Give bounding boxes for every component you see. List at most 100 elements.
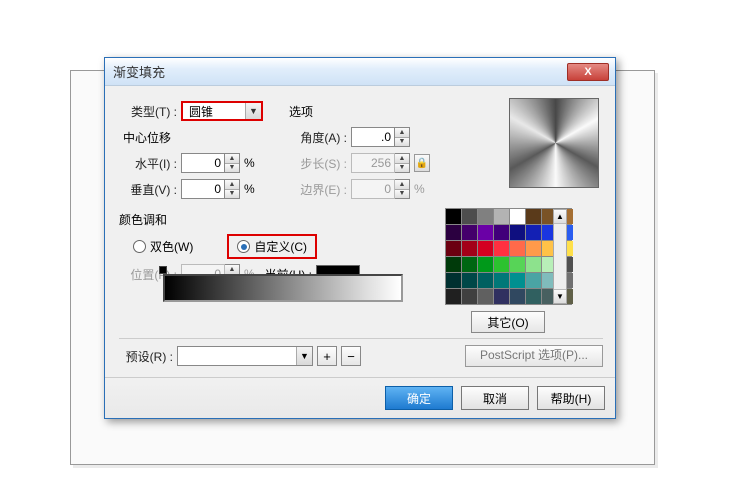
vertical-label: 垂直(V) : bbox=[119, 181, 181, 198]
percent-label: % bbox=[414, 182, 425, 196]
close-icon: X bbox=[584, 66, 591, 78]
options-label: 选项 bbox=[289, 103, 313, 120]
custom-radio-highlight: 自定义(C) bbox=[227, 234, 317, 259]
preset-add-button[interactable]: + bbox=[317, 346, 337, 366]
type-label: 类型(T) : bbox=[119, 103, 181, 120]
twocolor-radio[interactable] bbox=[133, 240, 146, 253]
cancel-button[interactable]: 取消 bbox=[461, 386, 529, 410]
color-swatch[interactable] bbox=[510, 209, 525, 224]
preset-dropdown[interactable]: ▼ bbox=[177, 346, 313, 366]
horizontal-input[interactable] bbox=[181, 153, 225, 173]
cancel-label: 取消 bbox=[483, 390, 507, 407]
percent-label: % bbox=[244, 156, 255, 170]
color-swatch[interactable] bbox=[510, 257, 525, 272]
spinner-down-icon: ▼ bbox=[395, 190, 409, 199]
color-swatch[interactable] bbox=[446, 289, 461, 304]
minus-icon: − bbox=[347, 349, 355, 364]
color-swatch[interactable] bbox=[446, 241, 461, 256]
color-swatch[interactable] bbox=[478, 289, 493, 304]
color-swatch[interactable] bbox=[478, 241, 493, 256]
titlebar[interactable]: 渐变填充 X bbox=[105, 58, 615, 86]
color-swatch[interactable] bbox=[446, 209, 461, 224]
ok-button[interactable]: 确定 bbox=[385, 386, 453, 410]
window-close-button[interactable]: X bbox=[567, 63, 609, 81]
spinner-down-icon: ▼ bbox=[225, 164, 239, 173]
preset-label: 预设(R) : bbox=[119, 348, 177, 365]
divider bbox=[119, 338, 603, 339]
color-swatch[interactable] bbox=[494, 289, 509, 304]
color-swatch[interactable] bbox=[494, 257, 509, 272]
color-swatch[interactable] bbox=[494, 273, 509, 288]
color-swatch[interactable] bbox=[446, 273, 461, 288]
dialog-footer: 确定 取消 帮助(H) bbox=[105, 377, 615, 418]
color-swatch[interactable] bbox=[510, 241, 525, 256]
edge-spinner: ▲▼ bbox=[395, 179, 410, 199]
other-colors-button[interactable]: 其它(O) bbox=[471, 311, 545, 333]
spinner-up-icon: ▲ bbox=[225, 154, 239, 164]
color-swatch[interactable] bbox=[526, 273, 541, 288]
color-swatch[interactable] bbox=[478, 209, 493, 224]
ok-label: 确定 bbox=[407, 390, 431, 407]
horizontal-label: 水平(I) : bbox=[119, 155, 181, 172]
vertical-input[interactable] bbox=[181, 179, 225, 199]
color-swatch[interactable] bbox=[478, 225, 493, 240]
angle-input[interactable] bbox=[351, 127, 395, 147]
center-offset-label: 中心位移 bbox=[119, 129, 171, 146]
color-swatch[interactable] bbox=[462, 241, 477, 256]
blend-label: 颜色调和 bbox=[119, 211, 167, 228]
help-button[interactable]: 帮助(H) bbox=[537, 386, 605, 410]
type-dropdown[interactable]: 圆锥 ▼ bbox=[181, 101, 263, 121]
preset-remove-button[interactable]: − bbox=[341, 346, 361, 366]
dialog-body: 类型(T) : 圆锥 ▼ 中心位移 水平(I) : ▲▼ % 垂直(V) : bbox=[105, 86, 615, 377]
preset-row: 预设(R) : ▼ + − PostScript 选项(P)... bbox=[119, 345, 603, 367]
color-swatch[interactable] bbox=[446, 225, 461, 240]
percent-label: % bbox=[244, 182, 255, 196]
color-swatch[interactable] bbox=[494, 209, 509, 224]
color-swatch[interactable] bbox=[462, 209, 477, 224]
gradient-preview bbox=[509, 98, 599, 188]
scroll-up-icon[interactable]: ▲ bbox=[554, 210, 566, 224]
color-swatch[interactable] bbox=[526, 289, 541, 304]
color-swatch[interactable] bbox=[494, 225, 509, 240]
gradient-ramp[interactable] bbox=[163, 274, 403, 302]
swatch-holder: ▲ ▼ 其它(O) bbox=[445, 208, 577, 333]
spinner-down-icon: ▼ bbox=[395, 164, 409, 173]
angle-label: 角度(A) : bbox=[289, 129, 351, 146]
lock-icon[interactable]: 🔒 bbox=[414, 154, 430, 172]
color-swatch[interactable] bbox=[526, 241, 541, 256]
color-swatch[interactable] bbox=[462, 289, 477, 304]
help-label: 帮助(H) bbox=[551, 390, 592, 407]
type-value: 圆锥 bbox=[189, 103, 213, 120]
custom-radio[interactable] bbox=[237, 240, 250, 253]
type-center-block: 类型(T) : 圆锥 ▼ 中心位移 水平(I) : ▲▼ % 垂直(V) : bbox=[119, 96, 289, 204]
color-swatch[interactable] bbox=[494, 241, 509, 256]
color-swatch[interactable] bbox=[510, 225, 525, 240]
gradient-preview-conic bbox=[510, 99, 598, 187]
gradient-fill-dialog: 渐变填充 X 类型(T) : 圆锥 ▼ 中心位移 水平(I) : bbox=[104, 57, 616, 419]
postscript-options-label: PostScript 选项(P)... bbox=[480, 348, 588, 362]
chevron-down-icon: ▼ bbox=[296, 347, 312, 365]
edge-input bbox=[351, 179, 395, 199]
dialog-title: 渐变填充 bbox=[113, 62, 165, 81]
scroll-down-icon[interactable]: ▼ bbox=[554, 289, 566, 303]
step-label: 步长(S) : bbox=[289, 155, 351, 172]
color-swatch[interactable] bbox=[526, 209, 541, 224]
color-swatch[interactable] bbox=[478, 257, 493, 272]
color-swatch[interactable] bbox=[510, 289, 525, 304]
plus-icon: + bbox=[323, 349, 331, 364]
color-swatch[interactable] bbox=[462, 257, 477, 272]
color-swatch[interactable] bbox=[478, 273, 493, 288]
color-swatch[interactable] bbox=[446, 257, 461, 272]
angle-spinner[interactable]: ▲▼ bbox=[395, 127, 410, 147]
step-input bbox=[351, 153, 395, 173]
color-swatch[interactable] bbox=[462, 225, 477, 240]
color-swatch[interactable] bbox=[462, 273, 477, 288]
color-swatch[interactable] bbox=[510, 273, 525, 288]
color-swatch[interactable] bbox=[526, 257, 541, 272]
gradient-stop-marker[interactable] bbox=[159, 266, 167, 274]
vertical-spinner[interactable]: ▲▼ bbox=[225, 179, 240, 199]
horizontal-spinner[interactable]: ▲▼ bbox=[225, 153, 240, 173]
postscript-options-button[interactable]: PostScript 选项(P)... bbox=[465, 345, 603, 367]
color-swatch[interactable] bbox=[526, 225, 541, 240]
swatch-scrollbar[interactable]: ▲ ▼ bbox=[553, 209, 567, 304]
